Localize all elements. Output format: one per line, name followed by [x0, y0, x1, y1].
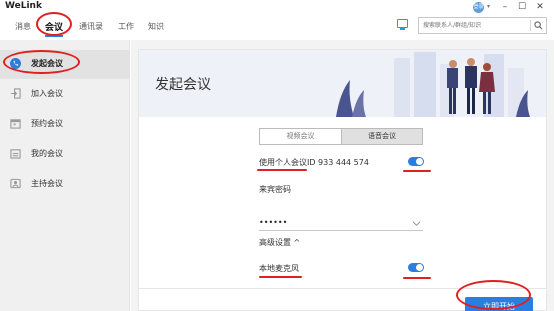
chevron-down-icon[interactable] — [412, 219, 421, 228]
screen-share-icon[interactable] — [397, 19, 408, 30]
main-content: 发起会议 视频会议 语音会议 使用个人会议ID 933 444 574 来宾密码… — [131, 40, 554, 311]
annotation-underline-mic — [259, 276, 302, 278]
sidebar-item-schedule-meeting[interactable]: 预约会议 — [0, 110, 130, 139]
annotation-underline-id-toggle — [403, 170, 431, 172]
title-bar: WeLink 登录 ▾ – ☐ ✕ — [0, 0, 554, 14]
search-box[interactable] — [418, 17, 547, 34]
minimize-button[interactable]: – — [498, 1, 512, 13]
sidebar-item-host-meeting[interactable]: 主持会议 — [0, 170, 130, 199]
tab-knowledge[interactable]: 知识 — [148, 21, 164, 32]
tab-contacts[interactable]: 通讯录 — [79, 21, 103, 32]
chevron-down-icon[interactable]: ▾ — [487, 3, 490, 10]
personal-meeting-id-label: 使用个人会议ID 933 444 574 — [259, 158, 369, 167]
sidebar-item-label: 主持会议 — [31, 179, 63, 188]
phone-icon — [10, 58, 21, 69]
meeting-type-switch: 视频会议 语音会议 — [259, 128, 423, 145]
join-icon — [10, 88, 21, 99]
tab-meetings[interactable]: 会议 — [45, 20, 63, 33]
sidebar-item-label: 预约会议 — [31, 119, 63, 128]
annotation-underline-mic-toggle — [403, 277, 431, 279]
start-meeting-panel: 发起会议 视频会议 语音会议 使用个人会议ID 933 444 574 来宾密码… — [138, 49, 547, 311]
close-button[interactable]: ✕ — [533, 1, 547, 13]
tab-work[interactable]: 工作 — [118, 21, 134, 32]
search-divider — [530, 20, 531, 31]
search-input[interactable] — [423, 19, 523, 32]
app-title: WeLink — [5, 1, 42, 11]
footer-divider — [139, 288, 546, 289]
maximize-button[interactable]: ☐ — [515, 1, 529, 13]
guest-password-label: 来宾密码 — [259, 185, 291, 194]
guest-password-value: •••••• — [259, 218, 288, 227]
guest-password-field[interactable]: •••••• — [259, 218, 423, 231]
sidebar: 发起会议 加入会议 预约会议 我的会议 主持会议 — [0, 40, 130, 311]
annotation-underline-meeting-id — [257, 169, 307, 171]
local-microphone-toggle[interactable] — [408, 263, 424, 272]
my-meetings-icon — [10, 149, 21, 159]
page-title: 发起会议 — [155, 77, 211, 93]
personal-meeting-id-toggle[interactable] — [408, 157, 424, 166]
host-icon — [10, 178, 21, 189]
tab-messages[interactable]: 消息 — [15, 21, 31, 32]
search-icon[interactable] — [534, 21, 543, 30]
tab-video-meeting[interactable]: 视频会议 — [260, 129, 341, 144]
sidebar-item-join-meeting[interactable]: 加入会议 — [0, 80, 130, 109]
avatar[interactable]: 登录 — [473, 2, 484, 13]
banner: 发起会议 — [139, 50, 546, 117]
sidebar-item-label: 我的会议 — [31, 149, 63, 158]
sidebar-item-label: 发起会议 — [31, 59, 63, 68]
business-people-illustration — [336, 52, 530, 117]
advanced-settings-toggle[interactable]: 高级设置 ^ — [259, 237, 300, 248]
sidebar-item-label: 加入会议 — [31, 89, 63, 98]
active-tab-indicator — [45, 35, 63, 37]
start-now-button[interactable]: 立即开始 — [465, 297, 533, 311]
calendar-icon — [10, 119, 21, 129]
sidebar-item-start-meeting[interactable]: 发起会议 — [0, 50, 130, 79]
tab-voice-meeting[interactable]: 语音会议 — [341, 129, 422, 144]
local-microphone-label: 本地麦克风 — [259, 264, 299, 273]
sidebar-item-my-meetings[interactable]: 我的会议 — [0, 140, 130, 169]
